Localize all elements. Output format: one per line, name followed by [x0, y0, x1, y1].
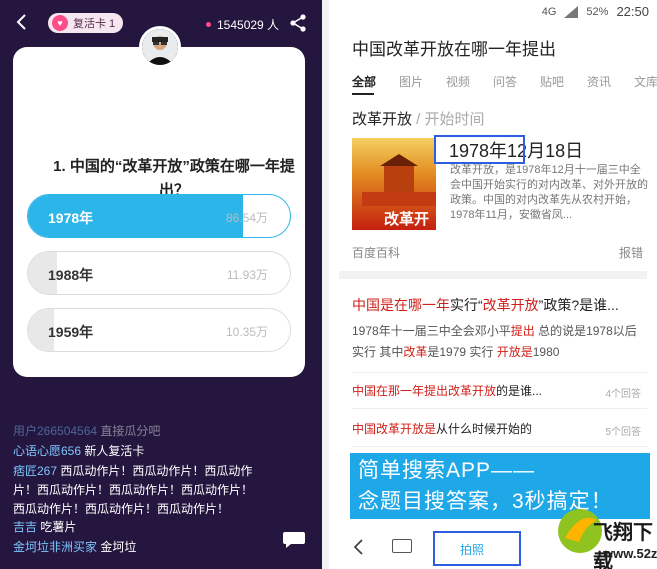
active-tab-underline	[352, 93, 374, 95]
divider-line	[352, 372, 647, 373]
watermark-logo: 飞翔下载 www.52z.com	[555, 494, 657, 569]
answer-source[interactable]: 百度百科	[352, 244, 400, 261]
related-question-part: 从什么时候开始的	[436, 422, 533, 436]
search-panel: 4G 52% 22:50 中国改革开放在哪一年提出 全部 图片 视频 问答 贴吧…	[329, 0, 657, 569]
tab-wenku[interactable]: 文库	[634, 73, 657, 90]
report-error-link[interactable]: 报错	[619, 244, 643, 261]
related-question-part: 的是谁...	[496, 384, 543, 398]
category-tabs: 全部 图片 视频 问答 贴吧 资讯 文库	[352, 73, 657, 90]
search-query[interactable]: 中国改革开放在哪一年提出	[352, 35, 556, 60]
back-arrow-icon[interactable]	[12, 12, 32, 32]
section-separator	[339, 271, 647, 279]
signal-icon	[564, 5, 579, 18]
chat-user: 用户266504564	[13, 424, 98, 438]
live-dot-icon	[206, 22, 211, 27]
quiz-panel: ♥ 复活卡 1 1545029 人 1. 中国的“改革开放”政策在哪一年提出？ …	[0, 0, 322, 569]
related-question-1[interactable]: 中国在那一年提出改革开放的是谁...	[352, 382, 542, 399]
tab-all[interactable]: 全部	[352, 73, 399, 90]
chat-message: 吉吉 吃薯片	[13, 518, 273, 537]
answer-count: 5个回答	[605, 427, 641, 438]
revive-card-label: 复活卡 1	[73, 18, 116, 30]
answer-description: 改革开放，是1978年12月十一届三中全会中国开始实行的对内改革、对外开放的政策…	[450, 164, 648, 221]
chat-text: 金坷垃	[100, 540, 137, 554]
online-count-text: 1545029 人	[217, 18, 280, 32]
tab-images[interactable]: 图片	[399, 73, 446, 90]
revive-card-badge[interactable]: ♥ 复活卡 1	[48, 13, 124, 33]
chat-text: 直接瓜分吧	[100, 424, 161, 438]
chat-message: 金坷垃非洲买家 金坷垃	[13, 538, 273, 557]
option-1[interactable]: 1978年 86.54万	[27, 194, 291, 238]
answer-count: 4个回答	[605, 389, 641, 400]
divider-line	[352, 408, 647, 409]
clock: 22:50	[616, 4, 649, 19]
camera-search-button[interactable]: 拍照	[460, 541, 484, 558]
result-snippet: 1978年十一届三中全会邓小平提出 总的说是1978以后实行 其中改革是1979…	[352, 321, 644, 363]
result-title-part: ”政策?是谁...	[538, 297, 619, 313]
question-card: 1. 中国的“改革开放”政策在哪一年提出？ 1978年 86.54万 1988年…	[13, 47, 305, 377]
topic-name: 改革开放	[352, 111, 413, 128]
heart-icon: ♥	[52, 15, 68, 31]
chat-user: 金坷垃非洲买家	[13, 540, 98, 554]
chat-message: 心语心愿656 新人复活卡	[13, 442, 273, 461]
answer-topic: 改革开放 / 开始时间	[352, 108, 485, 129]
option-2-count: 11.93万	[226, 268, 268, 282]
chat-text: 新人复活卡	[84, 444, 145, 458]
option-2-label: 1988年	[48, 267, 94, 283]
chat-bubble-icon[interactable]	[282, 530, 306, 550]
result-title[interactable]: 中国是在哪一年实行“改革开放”政策?是谁...	[352, 295, 619, 315]
snippet-part: 1980	[532, 345, 560, 359]
signal-indicator: 4G	[541, 5, 557, 18]
share-icon[interactable]	[288, 13, 308, 33]
divider-line	[352, 446, 647, 447]
thumbnail-caption: 改革开	[384, 211, 430, 228]
option-3[interactable]: 1959年 10.35万	[27, 308, 291, 352]
option-3-label: 1959年	[48, 324, 94, 340]
option-2[interactable]: 1988年 11.93万	[27, 251, 291, 295]
chat-user: 痞匠267	[13, 464, 58, 478]
snippet-part: 1978年十一届三中全会邓小平	[352, 324, 511, 338]
result-title-part: 改革开放	[482, 297, 539, 313]
snippet-part: 提出	[510, 324, 535, 338]
online-count: 1545029 人	[206, 16, 279, 33]
chat-user: 心语心愿656	[13, 444, 82, 458]
status-bar: 4G 52% 22:50	[329, 0, 657, 22]
watermark-url: www.52z.com	[603, 546, 657, 561]
topic-attribute: 开始时间	[424, 111, 485, 128]
tab-qa[interactable]: 问答	[493, 73, 540, 90]
chat-user: 吉吉	[13, 520, 38, 534]
snippet-part: 开放是	[496, 345, 533, 359]
chat-text: 吃薯片	[40, 520, 77, 534]
back-icon[interactable]	[353, 539, 365, 555]
snippet-part: 改革	[403, 345, 428, 359]
result-title-part: 中国是在哪一年	[352, 297, 450, 313]
option-1-label: 1978年	[48, 210, 94, 226]
related-question-part: 中国在那一年提出改革开放	[352, 384, 497, 398]
panel-divider	[322, 0, 329, 569]
related-question-part: 中国改革开放是	[352, 422, 437, 436]
host-avatar	[139, 26, 181, 68]
option-1-count: 86.54万	[225, 211, 268, 225]
watermark-name: 飞翔下载	[593, 522, 653, 569]
answer-highlight-box	[434, 135, 525, 164]
keyboard-icon[interactable]	[392, 539, 412, 553]
tab-videos[interactable]: 视频	[446, 73, 493, 90]
result-title-part: 实行“	[450, 297, 483, 313]
tab-tieba[interactable]: 贴吧	[540, 73, 587, 90]
snippet-part: 是1979 实行	[427, 345, 497, 359]
answer-thumbnail[interactable]: 改革开	[352, 138, 436, 230]
chat-message: 痞匠267 西瓜动作片！西瓜动作片！西瓜动作片！西瓜动作片！西瓜动作片！西瓜动作…	[13, 462, 258, 519]
chat-message: 用户266504564 直接瓜分吧	[13, 422, 273, 441]
tab-news[interactable]: 资讯	[587, 73, 634, 90]
topic-separator: /	[412, 111, 425, 128]
promo-line-1: 简单搜索APP——	[358, 459, 536, 482]
host-avatar-image	[142, 29, 178, 65]
related-question-2[interactable]: 中国改革开放是从什么时候开始的	[352, 420, 532, 437]
battery-level: 52%	[586, 5, 609, 18]
option-3-count: 10.35万	[225, 325, 268, 339]
